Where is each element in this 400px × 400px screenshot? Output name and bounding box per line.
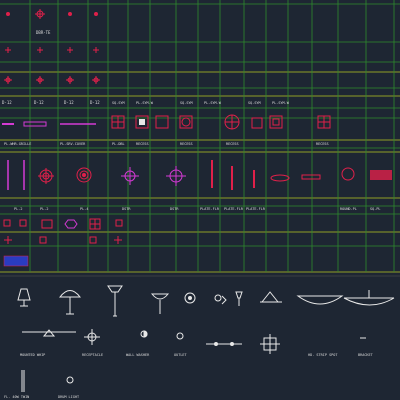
row3-label-4: D-12 — [90, 100, 100, 105]
row3-right-label-4: PL-SYM-W — [204, 101, 222, 105]
wall-label-6: RECESS — [226, 142, 239, 146]
dot-symbol-3 — [94, 12, 98, 16]
lower-label-9: ROUND-PL — [340, 207, 357, 211]
bottom-label-1: MOUNTED WHIP — [20, 353, 45, 357]
lower-label-7: PLATE-FLR — [224, 207, 244, 211]
wall-label-5: RECESS — [180, 142, 193, 146]
dot-symbol — [6, 12, 10, 16]
lighting-symbol-sheet: DBR-TE D-12 D-12 D-12 D-12 SQ-SYM PL-SYM… — [0, 0, 400, 400]
bottom-label-9: FL. 40W TWIN — [4, 395, 29, 399]
band-fixture — [370, 170, 392, 180]
dot-symbol-2 — [68, 12, 72, 16]
row3-right-label-3: SQ-SYM — [180, 101, 193, 105]
row3-label-3: D-12 — [64, 100, 74, 105]
lower-label-4: DSTR — [122, 207, 131, 211]
wall-label-7: RECESS — [316, 142, 329, 146]
lower-label-5: DSTR — [170, 207, 179, 211]
row3-label-1: D-12 — [2, 100, 12, 105]
lower-label-10: SQ-PL — [370, 207, 381, 211]
cad-drawing-canvas: DBR-TE D-12 D-12 D-12 D-12 SQ-SYM PL-SYM… — [0, 0, 400, 400]
recessed-square-2-inner — [139, 119, 145, 125]
row1-header-label: DBR-TE — [36, 30, 51, 35]
bottom-label-4: OUTLET — [174, 353, 188, 357]
row3-right-label-6: PL-SYM-W — [272, 101, 290, 105]
row3-right-label-5: SQ-SYM — [248, 101, 261, 105]
wall-label-4: RECESS — [136, 142, 149, 146]
bottom-label-10: DRUM LIGHT — [58, 395, 80, 399]
bottom-label-8: BRACKET — [358, 353, 374, 357]
blue-fluorescent-block — [3, 255, 29, 267]
lower-label-2: PL-2 — [40, 207, 48, 211]
wall-label-3: PL-DBL — [112, 142, 125, 146]
row3-label-2: D-12 — [34, 100, 44, 105]
lower-label-1: PL-2 — [14, 207, 22, 211]
lower-label-8: PLATE-FLR — [246, 207, 266, 211]
bottom-label-7: HD. STRIP SPOT — [308, 353, 338, 357]
wall-label-1: PL-WHR-GRILLE — [4, 142, 31, 146]
bottom-label-3: WALL WASHER — [126, 353, 150, 357]
lower-label-3: PL-4 — [80, 207, 88, 211]
row3-right-label-1: SQ-SYM — [112, 101, 125, 105]
row3-right-label-2: PL-SYM-W — [136, 101, 154, 105]
wall-label-2: PL-SRV-COVER — [60, 142, 86, 146]
lower-label-6: PLATE-FLR — [200, 207, 220, 211]
bottom-label-2: RECEPTACLE — [82, 353, 103, 357]
